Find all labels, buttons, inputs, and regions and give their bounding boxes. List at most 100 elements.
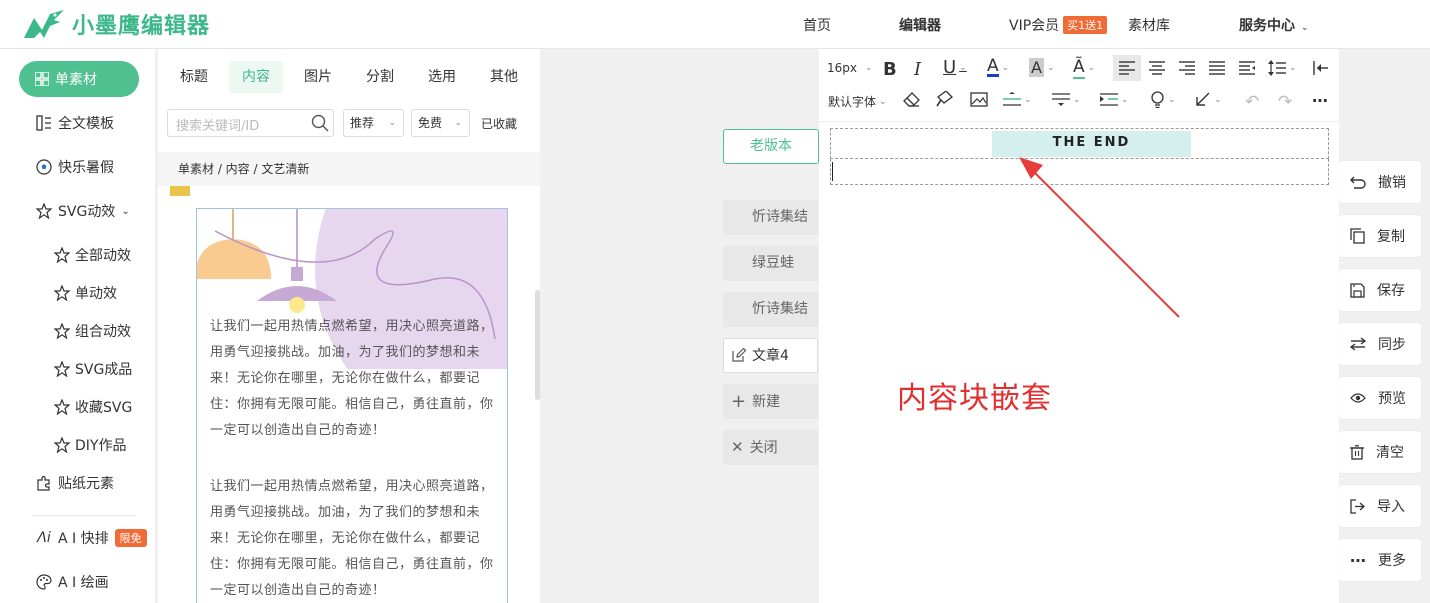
tab-select[interactable]: 选用 (428, 61, 456, 93)
sidebar-sub-label: 单动效 (75, 286, 117, 302)
bold-icon[interactable]: B (883, 59, 897, 80)
search-input[interactable]: 搜索关键词/ID (167, 109, 334, 137)
text-effect-icon[interactable]: Ã ⌄ (1073, 57, 1095, 79)
divider-line-icon[interactable]: ⌄ (1003, 92, 1032, 107)
font-family-value: 默认字体 (828, 95, 877, 109)
sidebar-sub-favorite-svg[interactable]: 收藏SVG (54, 397, 132, 417)
sidebar-item-single-material[interactable]: 单素材 (19, 61, 139, 97)
card-paragraph: 让我们一起用热情点燃希望，用决心照亮道路，用勇气迎接挑战。加油，为了我们的梦想和… (210, 319, 494, 438)
old-version-button[interactable]: 老版本 (723, 129, 819, 164)
eraser-icon[interactable] (903, 92, 920, 107)
panel-scrollbar[interactable] (535, 290, 540, 400)
export-icon[interactable] (1313, 60, 1329, 76)
top-header: 小墨鹰编辑器 首页 编辑器 VIP会员 买1送1 素材库 服务中心 ⌄ (0, 0, 1430, 49)
line-height-icon[interactable]: ⌄ (1268, 60, 1297, 76)
tab-other[interactable]: 其他 (490, 61, 518, 93)
favorited-link[interactable]: 已收藏 (481, 115, 517, 132)
sidebar-sub-label: 全部动效 (75, 248, 131, 264)
red-arrow-annotation (1019, 157, 1180, 318)
copy-button[interactable]: 复制 (1339, 215, 1421, 257)
redo-icon[interactable]: ↷ (1278, 92, 1292, 112)
action-label: 保存 (1377, 283, 1405, 299)
italic-icon[interactable]: I (914, 59, 921, 80)
sidebar-sub-single-motion[interactable]: 单动效 (54, 283, 117, 303)
breadcrumb: 单素材 / 内容 / 文艺清新 (158, 152, 540, 186)
recommend-dropdown[interactable]: 推荐 ⌄ (343, 109, 404, 137)
article-item[interactable]: 忻诗集结 (723, 200, 818, 235)
font-size-value: 16px (827, 61, 857, 75)
sidebar-item-summer[interactable]: 快乐暑假 (0, 149, 155, 185)
undo-button[interactable]: 撤销 (1339, 161, 1421, 203)
sidebar-item-full-template[interactable]: 全文模板 (0, 105, 155, 141)
sidebar-item-ai-painting[interactable]: A I 绘画 (0, 564, 155, 600)
star-icon (54, 437, 70, 453)
preview-button[interactable]: 预览 (1339, 377, 1421, 419)
paragraph-spacing-icon[interactable]: ⌄ (1052, 92, 1081, 107)
format-brush-icon[interactable] (936, 91, 954, 107)
free-dropdown[interactable]: 免费 ⌄ (411, 109, 470, 137)
sidebar-sub-all-motion[interactable]: 全部动效 (54, 245, 131, 265)
sidebar-item-svg-motion[interactable]: SVG动效 ⌄ (0, 193, 155, 229)
annotation-text: 内容块嵌套 (897, 381, 1052, 416)
chevron-down-icon: ⌄ (454, 118, 462, 128)
nav-vip[interactable]: VIP会员 买1送1 (1009, 15, 1108, 35)
sidebar-sub-label: 收藏SVG (75, 400, 133, 416)
nav-home[interactable]: 首页 (803, 15, 831, 35)
font-family-select[interactable]: 默认字体 ⌄ (828, 93, 887, 110)
more-options-icon[interactable]: ⋯ (1312, 91, 1329, 110)
material-card[interactable]: 让我们一起用热情点燃希望，用决心照亮道路，用勇气迎接挑战。加油，为了我们的梦想和… (196, 208, 508, 603)
logo-text: 小墨鹰编辑器 (72, 14, 211, 39)
undo-icon[interactable]: ↶ (1245, 92, 1259, 112)
new-label: 新建 (752, 394, 781, 410)
trash-icon (1350, 444, 1364, 460)
highlight-color-icon[interactable]: A ⌄ (1029, 58, 1055, 77)
import-button[interactable]: 导入 (1339, 485, 1421, 527)
tab-image[interactable]: 图片 (304, 61, 332, 93)
action-label: 预览 (1378, 391, 1406, 407)
dropdown-value: 推荐 (350, 116, 375, 130)
more-button[interactable]: ⋯ 更多 (1339, 539, 1421, 581)
sidebar-sub-label: DIY作品 (75, 438, 127, 454)
lightbulb-icon[interactable]: ⌄ (1150, 91, 1176, 108)
font-color-icon[interactable]: A ⌄ (987, 58, 1009, 77)
chevron-down-icon: ⌄ (1301, 23, 1309, 33)
save-button[interactable]: 保存 (1339, 269, 1421, 311)
article-item[interactable]: 绿豆蛙 (723, 246, 818, 281)
nav-editor[interactable]: 编辑器 (899, 15, 941, 35)
font-size-select[interactable]: 16px ⌄ (827, 61, 873, 75)
free-badge: 限免 (114, 529, 147, 547)
sync-button[interactable]: 同步 (1339, 323, 1421, 365)
new-article-button[interactable]: + 新建 (723, 384, 818, 419)
ball-icon (35, 158, 53, 176)
sidebar-sub-svg-products[interactable]: SVG成品 (54, 359, 132, 379)
search-icon[interactable] (311, 114, 329, 132)
nav-material[interactable]: 素材库 (1128, 15, 1170, 35)
close-article-button[interactable]: ✕ 关闭 (723, 430, 818, 465)
align-justify-icon[interactable] (1209, 61, 1225, 75)
crown-icon (170, 186, 190, 196)
dropdown-value: 免费 (418, 116, 443, 130)
action-label: 撤销 (1378, 175, 1406, 191)
sidebar-item-ai-layout[interactable]: Λi A I 快排 限免 (0, 520, 155, 556)
tab-title[interactable]: 标题 (180, 61, 208, 93)
tab-content[interactable]: 内容 (229, 61, 283, 93)
nav-service[interactable]: 服务中心 ⌄ (1239, 15, 1309, 35)
sidebar-sub-combo-motion[interactable]: 组合动效 (54, 321, 131, 341)
underline-icon[interactable]: U ⌄ (943, 57, 967, 78)
align-right-icon[interactable] (1179, 61, 1195, 75)
ai-icon: Λi (37, 530, 51, 546)
left-sidebar: 单素材 全文模板 快乐暑假 SVG动效 ⌄ 全部动效 单动效 组合动效 SVG成… (0, 49, 155, 603)
clear-button[interactable]: 清空 (1339, 431, 1421, 473)
arrow-tool-icon[interactable]: ⌄ (1195, 92, 1222, 107)
logo[interactable]: 小墨鹰编辑器 (22, 8, 210, 40)
indent-icon[interactable] (1239, 61, 1255, 75)
article-item[interactable]: 忻诗集结 (723, 292, 818, 327)
indent-spacing-icon[interactable]: ⌄ (1100, 92, 1129, 107)
sidebar-item-stickers[interactable]: 贴纸元素 (0, 465, 155, 501)
align-left-icon[interactable] (1113, 55, 1141, 81)
sidebar-sub-diy[interactable]: DIY作品 (54, 435, 126, 455)
image-icon[interactable] (970, 92, 988, 107)
align-center-icon[interactable] (1149, 61, 1165, 75)
tab-divider[interactable]: 分割 (366, 61, 394, 93)
article-item-current[interactable]: 文章4 (723, 338, 818, 373)
